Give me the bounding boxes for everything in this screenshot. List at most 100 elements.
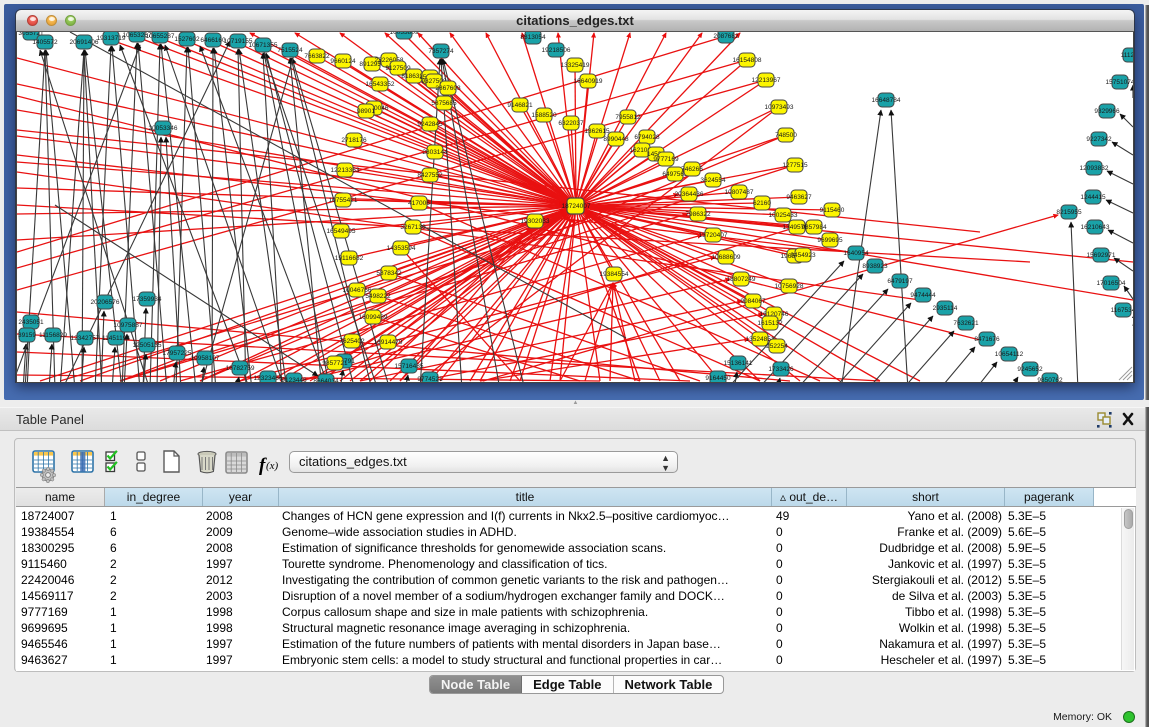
svg-text:9474444: 9474444 [910,292,936,299]
svg-text:8471676: 8471676 [974,336,1000,343]
svg-text:17957225: 17957225 [163,350,192,357]
svg-text:5875685: 5875685 [431,100,457,107]
svg-text:18724007: 18724007 [562,203,591,210]
svg-text:9227342: 9227342 [1086,136,1112,143]
svg-text:9454923: 9454923 [790,252,816,259]
svg-text:15692971: 15692971 [1087,252,1116,259]
svg-text:9123446: 9123446 [281,377,307,382]
svg-text:9245652: 9245652 [1017,366,1043,373]
svg-text:1244415: 1244415 [1080,194,1106,201]
svg-text:12093832: 12093832 [1080,165,1109,172]
svg-text:9084067: 9084067 [740,298,766,305]
svg-text:12342757: 12342757 [71,335,100,342]
svg-text:16640919: 16640919 [574,78,603,85]
svg-text:746266: 746266 [681,166,703,173]
svg-text:11451194: 11451194 [102,335,130,342]
svg-text:1588520: 1588520 [531,112,557,119]
svg-text:9463627: 9463627 [786,194,812,201]
svg-text:8664034: 8664034 [313,378,339,382]
svg-text:9329966: 9329966 [1094,108,1120,115]
svg-text:7663822: 7663822 [304,53,330,60]
svg-text:2435051: 2435051 [18,319,44,326]
svg-text:16099489: 16099489 [359,314,388,321]
svg-text:15136141: 15136141 [724,360,753,367]
svg-text:18807249: 18807249 [727,276,756,283]
svg-text:9699695: 9699695 [817,237,843,244]
svg-text:10975887: 10975887 [114,322,143,329]
svg-text:9660124: 9660124 [330,58,356,65]
svg-text:1527602: 1527602 [174,36,200,43]
svg-text:5878342: 5878342 [376,270,402,277]
svg-text:8938923: 8938923 [862,263,888,270]
svg-text:6479197: 6479197 [887,278,913,285]
svg-text:20206576: 20206576 [91,299,120,306]
svg-text:9850762: 9850762 [1037,377,1063,382]
svg-text:2935114: 2935114 [933,305,958,312]
svg-text:1362615: 1362615 [584,128,610,135]
svg-text:15751074: 15751074 [1106,79,1134,86]
svg-text:17016504: 17016504 [1097,280,1126,287]
svg-text:7515524: 7515524 [277,47,303,54]
svg-text:3624554: 3624554 [700,177,726,184]
svg-text:1405572: 1405572 [32,39,58,46]
svg-text:16543352: 16543352 [366,81,395,88]
svg-text:111215: 111215 [1121,52,1134,59]
svg-text:15716485: 15716485 [395,363,424,370]
svg-text:7632621: 7632621 [953,320,979,327]
svg-text:13325419: 13325419 [561,62,590,69]
svg-text:8427552: 8427552 [417,172,443,179]
svg-text:20691406: 20691406 [70,39,99,46]
svg-text:6794028: 6794028 [634,134,660,141]
svg-text:16154808: 16154808 [733,57,762,64]
svg-text:10046766: 10046766 [343,287,372,294]
svg-text:10688609: 10688609 [712,254,741,261]
svg-text:8813054: 8813054 [520,34,546,41]
svg-text:7955812: 7955812 [615,114,641,121]
svg-text:1733426: 1733426 [768,366,794,373]
svg-text:19313719: 19313719 [97,35,126,42]
svg-text:10655287: 10655287 [146,33,175,40]
svg-text:17359934: 17359934 [133,296,162,303]
svg-text:11156829: 11156829 [39,332,67,339]
svg-text:19302033: 19302033 [521,218,550,225]
svg-text:98901: 98901 [357,108,375,115]
svg-text:12213363: 12213363 [331,167,360,174]
svg-text:9242845: 9242845 [417,121,443,128]
svg-text:14353594: 14353594 [387,245,416,252]
svg-text:16782759: 16782759 [226,365,255,372]
svg-text:10973493: 10973493 [765,104,794,111]
svg-text:9164450: 9164450 [705,375,731,382]
svg-text:252254: 252254 [766,343,788,350]
svg-text:6322037: 6322037 [558,120,584,127]
svg-text:20053346: 20053346 [149,125,178,132]
svg-text:2867608: 2867608 [435,85,461,92]
svg-text:12213967: 12213967 [752,77,781,84]
svg-text:12505135: 12505135 [133,342,162,349]
svg-text:9857721: 9857721 [322,360,348,367]
svg-text:9857984: 9857984 [801,224,827,231]
svg-text:9146821: 9146821 [507,102,533,109]
svg-text:2718176: 2718176 [341,137,367,144]
svg-text:10025433: 10025433 [769,212,798,219]
svg-text:10671355: 10671355 [249,42,278,49]
svg-text:62160: 62160 [753,200,771,207]
svg-text:10807487: 10807487 [725,189,754,196]
svg-text:8215955: 8215955 [1056,209,1082,216]
svg-text:16914479: 16914479 [374,339,403,346]
svg-text:1615132: 1615132 [757,320,783,327]
svg-text:1640954: 1640954 [843,250,869,257]
svg-text:16033809: 16033809 [390,32,419,36]
svg-text:(x): (x) [266,460,279,472]
svg-text:10958107: 10958107 [191,355,220,362]
svg-text:9774521: 9774521 [417,376,443,382]
svg-text:7986322: 7986322 [685,211,711,218]
svg-text:20364436: 20364436 [675,191,704,198]
svg-text:16648784: 16648784 [872,97,901,104]
svg-text:748500: 748500 [775,132,797,139]
svg-text:8990448: 8990448 [603,136,629,143]
svg-text:2087682: 2087682 [713,33,739,40]
svg-text:12323466: 12323466 [254,375,283,382]
svg-text:10654112: 10654112 [995,351,1024,358]
svg-text:9777169: 9777169 [653,156,679,163]
svg-text:7357274: 7357274 [428,48,454,55]
